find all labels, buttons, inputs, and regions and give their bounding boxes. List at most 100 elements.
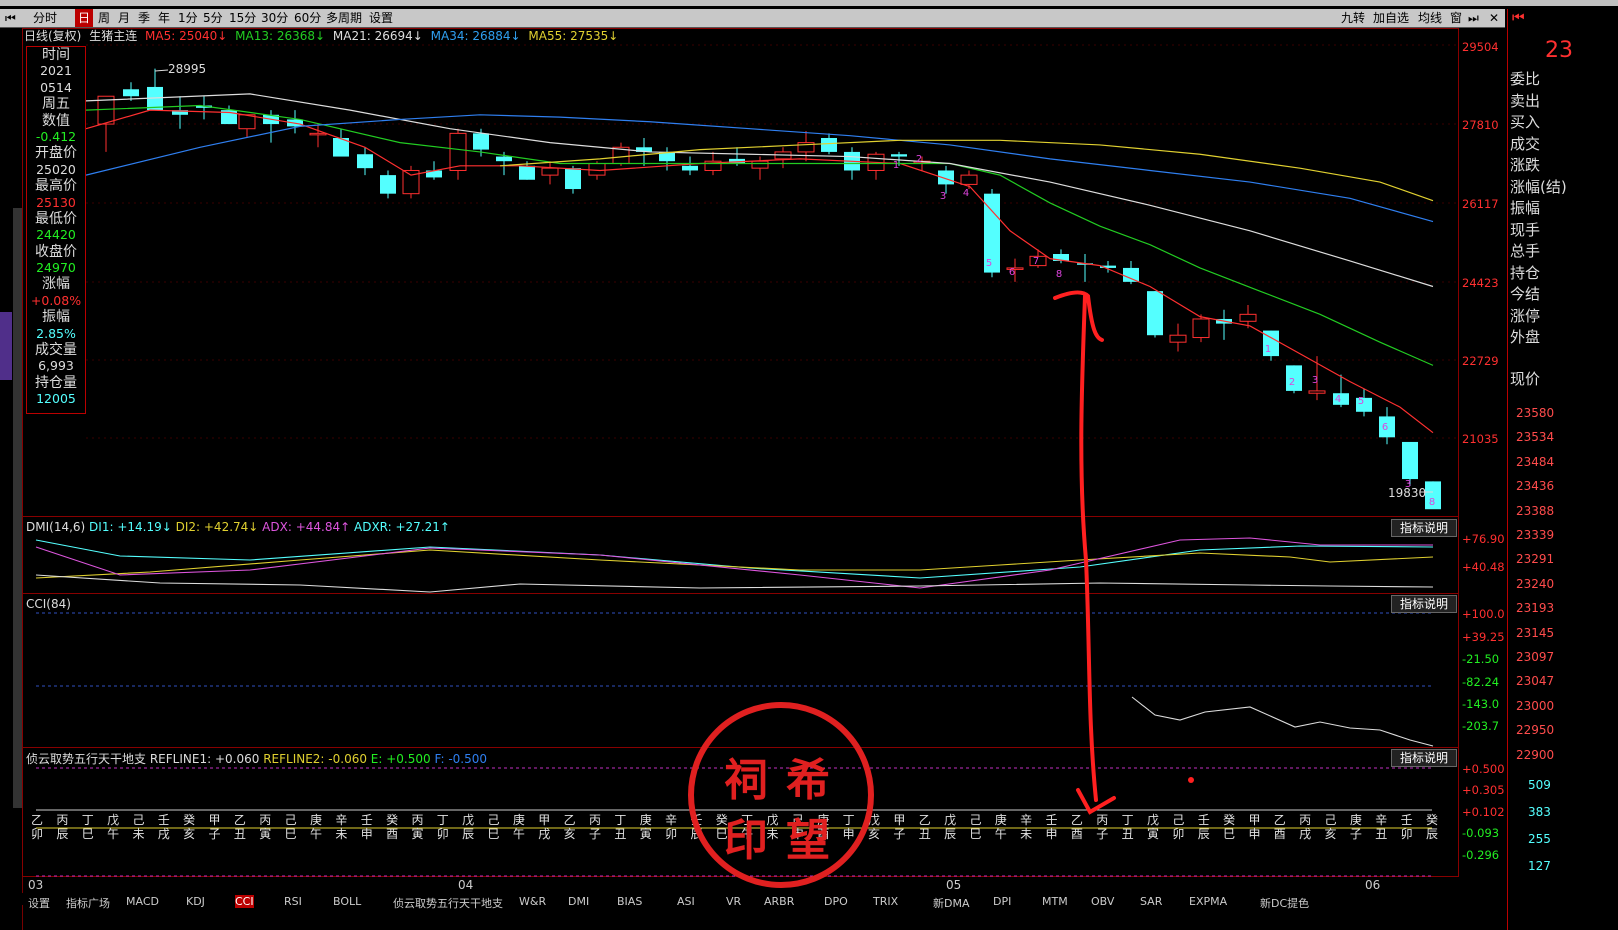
ganzhi-branch: 寅: [639, 827, 652, 841]
ganzhi-branch: 酉: [1273, 827, 1286, 841]
date-may: 05: [946, 878, 962, 892]
indicator-tab[interactable]: BOLL: [333, 895, 361, 908]
ganzhi-stem: 乙: [563, 813, 576, 827]
stamp-char: 望: [786, 815, 830, 866]
indicator-tab[interactable]: MACD: [126, 895, 159, 908]
ganzhi-branch: 子: [1349, 827, 1362, 841]
candle-body-down: [519, 165, 535, 180]
ganzhi-branch: 酉: [1070, 827, 1083, 841]
ganzhi-branch: 午: [994, 827, 1007, 841]
indicator-tab[interactable]: 新DMA: [933, 895, 970, 911]
ganzhi-stem: 乙: [30, 813, 43, 827]
top-price-partial: 23: [1545, 38, 1573, 63]
indicator-tab[interactable]: 新DC提色: [1260, 895, 1309, 911]
hand-drawn-arrow: [1053, 290, 1116, 815]
ganzhi-branch: 丑: [1121, 827, 1134, 841]
indicator-tab[interactable]: OBV: [1091, 895, 1114, 908]
candle-body-up: [1308, 390, 1326, 394]
dmi-title: DMI(14,6): [26, 520, 86, 534]
indicator-tab[interactable]: 设置: [28, 895, 50, 911]
low-label: 最低价: [35, 210, 77, 227]
indicator-tab[interactable]: CCI: [235, 895, 254, 908]
dmi-title-line: DMI(14,6) DI1: +14.19↓ DI2: +42.74↓ ADX:…: [26, 520, 450, 534]
ganzhi-branch: 巳: [81, 827, 94, 841]
indicator-tab[interactable]: ASI: [677, 895, 695, 908]
ganzhi-stem: 戊: [944, 813, 957, 827]
depth-price: 23145: [1516, 625, 1555, 640]
high-label: 最高价: [35, 178, 77, 195]
ganzhi-branch: 酉: [386, 827, 399, 841]
depth-price: 23047: [1516, 674, 1555, 689]
depth-price: 23580: [1516, 406, 1555, 420]
ganzhi-stem: 己: [132, 813, 145, 827]
indicator-tab[interactable]: DPI: [993, 895, 1011, 908]
candle-count-label: 8: [1056, 269, 1062, 280]
ganzhi-stem: 己: [1172, 813, 1185, 827]
ganzhi-stem: 癸: [386, 813, 399, 827]
ganzhi-stem: 辛: [335, 813, 348, 827]
wuxing-tick: -0.093: [1462, 826, 1500, 840]
ganzhi-stem: 乙: [1273, 813, 1286, 827]
ganzhi-stem: 丙: [1096, 813, 1109, 827]
ganzhi-stem: 乙: [233, 813, 246, 827]
wuxing-refline1: REFLINE1: +0.060: [149, 752, 260, 766]
cci-explain-button[interactable]: 指标说明: [1391, 595, 1457, 613]
indicator-tab[interactable]: RSI: [284, 895, 302, 908]
change-label: 涨幅: [42, 276, 70, 293]
candle-body-up: [1192, 318, 1210, 339]
depth-price: 22950: [1516, 723, 1555, 738]
candle-body-up: [541, 167, 559, 176]
indicator-tab[interactable]: BIAS: [617, 895, 642, 908]
panel-back-icon[interactable]: ⏮: [1512, 10, 1525, 26]
depth-price: 23484: [1516, 454, 1555, 469]
candle-count-label: 2: [916, 154, 922, 165]
ganzhi-stem: 癸: [1425, 813, 1438, 827]
ganzhi-stem: 庚: [309, 813, 322, 827]
ganzhi-branch: 戌: [1299, 827, 1312, 841]
indicator-tab[interactable]: DPO: [824, 895, 848, 908]
ganzhi-branch: 申: [360, 827, 373, 841]
ganzhi-branch: 未: [132, 827, 145, 841]
ganzhi-stem: 壬: [360, 813, 373, 827]
indicator-tab[interactable]: EXPMA: [1189, 895, 1227, 908]
price-tick: 24423: [1462, 276, 1499, 290]
indicator-tab[interactable]: ARBR: [764, 895, 794, 908]
time-year: 2021: [40, 63, 72, 79]
ganzhi-branch: 午: [107, 827, 120, 841]
cci-title: CCI(84): [26, 597, 71, 611]
ganzhi-branch: 巳: [284, 827, 297, 841]
ganzhi-stem: 丙: [411, 813, 424, 827]
indicator-tab[interactable]: MTM: [1042, 895, 1068, 908]
ganzhi-stem: 壬: [157, 813, 170, 827]
ganzhi-branch: 巳: [487, 827, 500, 841]
quote-field-label: 委比: [1510, 70, 1541, 88]
indicator-tab[interactable]: DMI: [568, 895, 589, 908]
indicator-tab[interactable]: VR: [726, 895, 741, 908]
indicator-tab[interactable]: 侦云取势五行天干地支: [393, 895, 503, 911]
ganzhi-stem: 丙: [588, 813, 601, 827]
volume-tick: 383: [1528, 805, 1551, 819]
date-march: 03: [28, 878, 44, 892]
quote-field-label: 振幅: [1510, 199, 1541, 217]
indicator-tab[interactable]: W&R: [519, 895, 546, 908]
indicator-tab[interactable]: SAR: [1140, 895, 1162, 908]
wuxing-tick: +0.305: [1462, 783, 1505, 797]
depth-price: 23291: [1516, 552, 1555, 567]
candle-body-down: [123, 89, 139, 97]
depth-price: 23097: [1516, 650, 1555, 664]
indicator-tab[interactable]: KDJ: [186, 895, 205, 908]
cci-line: [1131, 696, 1434, 747]
depth-price: 23193: [1516, 601, 1555, 616]
indicator-tab[interactable]: TRIX: [873, 895, 898, 908]
dmi-explain-button[interactable]: 指标说明: [1391, 519, 1457, 537]
high-marker-line: [154, 69, 169, 72]
ganzhi-stem: 己: [969, 813, 982, 827]
candle-count-label: 1: [893, 160, 899, 171]
ganzhi-branch: 丑: [614, 827, 627, 841]
ganzhi-stem: 庚: [639, 813, 652, 827]
ganzhi-branch: 卯: [1172, 827, 1185, 841]
wuxing-explain-button[interactable]: 指标说明: [1391, 749, 1457, 767]
indicator-tab[interactable]: 指标广场: [66, 895, 110, 911]
ganzhi-branch: 丑: [1375, 827, 1388, 841]
value-label: 数值: [42, 112, 70, 129]
